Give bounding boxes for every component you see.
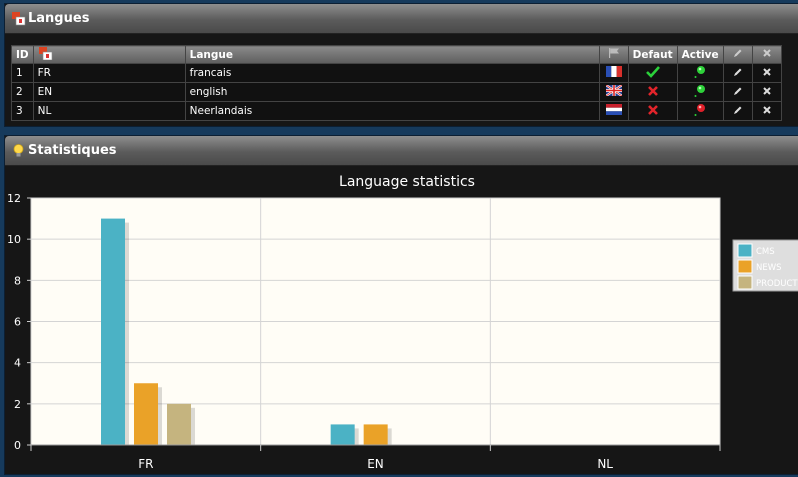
legend-swatch — [737, 243, 753, 258]
cell-id: 1 — [11, 63, 34, 83]
flag-fr-icon — [605, 66, 622, 77]
bar-news-fr — [134, 383, 158, 445]
table-header-row: ID Langue Defaut Active — [11, 45, 782, 64]
column-flag[interactable] — [598, 45, 629, 64]
bar-cms-fr — [101, 218, 125, 445]
status-green-icon — [694, 84, 706, 97]
statistiques-panel: Statistiques Language statistics 0 2 4 6 8 10… — [4, 135, 798, 475]
language-chart: Language statistics 0 2 4 6 8 10 12 FR EN NL CMS N… — [5, 167, 798, 474]
x-tick-label: EN — [367, 457, 384, 471]
cell-id: 3 — [11, 101, 34, 121]
column-active[interactable]: Active — [676, 45, 724, 64]
lightbulb-icon — [11, 143, 26, 158]
cell-active[interactable] — [676, 101, 724, 121]
langues-title: Langues — [28, 11, 90, 26]
bar-news-en — [363, 424, 388, 445]
chart-legend: CMS NEWS PRODUCT — [732, 239, 798, 292]
cell-default[interactable] — [627, 101, 678, 121]
y-tick-label: 4 — [14, 357, 21, 370]
pencil-icon — [733, 49, 742, 57]
pencil-icon — [733, 87, 742, 95]
chart-svg: Language statistics 0 2 4 6 8 10 12 FR EN NL CMS N… — [7, 174, 798, 471]
delete-icon — [762, 105, 771, 114]
languages-table: ID Langue Defaut Active 1 FR francais 2 … — [11, 45, 782, 121]
cell-flag — [598, 101, 629, 121]
cell-edit[interactable] — [722, 82, 753, 102]
langues-panel-header: Langues — [5, 4, 798, 34]
y-tick-label: 2 — [14, 398, 21, 411]
check-icon — [645, 65, 660, 78]
legend-label: CMS — [756, 247, 775, 257]
cell-code: FR — [32, 63, 186, 83]
langues-panel: Langues ID Langue Defaut Active 1 FR fra… — [4, 3, 798, 127]
cell-flag — [598, 63, 629, 83]
table-row[interactable]: 2 EN english — [11, 82, 782, 102]
cell-flag — [598, 82, 629, 102]
legend-label: PRODUCT — [756, 279, 798, 289]
column-defaut[interactable]: Defaut — [627, 45, 678, 64]
cell-delete[interactable] — [751, 63, 782, 83]
cell-id: 2 — [11, 82, 34, 102]
x-tick-label: NL — [597, 457, 613, 471]
cell-delete[interactable] — [751, 82, 782, 102]
flag-column-icon — [608, 48, 619, 58]
delete-icon — [762, 67, 771, 76]
cell-code: NL — [32, 101, 186, 121]
cell-langue: Neerlandais — [184, 101, 600, 121]
flag-icon — [11, 11, 26, 26]
pencil-icon — [733, 106, 742, 114]
cell-code: EN — [32, 82, 186, 102]
cross-icon — [647, 85, 658, 96]
chart-title: Language statistics — [339, 174, 475, 190]
cell-default[interactable] — [627, 63, 678, 83]
flag-uk-icon — [605, 84, 623, 97]
statistiques-title: Statistiques — [28, 143, 117, 158]
y-tick-label: 12 — [7, 192, 21, 205]
status-green-icon — [694, 65, 706, 78]
column-edit — [722, 45, 753, 64]
cell-default[interactable] — [627, 82, 678, 102]
pencil-icon — [733, 68, 742, 76]
y-tick-label: 8 — [14, 274, 21, 287]
x-tick-label: FR — [138, 457, 153, 471]
column-langue[interactable]: Langue — [184, 45, 600, 64]
table-row[interactable]: 3 NL Neerlandais — [11, 101, 782, 121]
status-red-icon — [694, 103, 706, 116]
y-tick-label: 0 — [14, 439, 21, 452]
delete-icon — [762, 86, 771, 95]
table-row[interactable]: 1 FR francais — [11, 63, 782, 83]
close-icon — [762, 49, 771, 57]
bar-cms-en — [330, 424, 355, 445]
column-code[interactable] — [32, 45, 186, 64]
column-id[interactable]: ID — [11, 45, 34, 64]
cross-icon — [647, 104, 658, 115]
legend-swatch — [737, 259, 753, 274]
y-tick-label: 10 — [7, 233, 21, 246]
flag-icon — [38, 46, 52, 60]
cell-langue: francais — [184, 63, 600, 83]
flag-nl-icon — [605, 104, 622, 115]
column-delete — [751, 45, 782, 64]
legend-label: NEWS — [756, 263, 782, 273]
cell-edit[interactable] — [722, 101, 753, 121]
legend-swatch — [737, 275, 753, 290]
cell-delete[interactable] — [751, 101, 782, 121]
bar-product-fr — [167, 403, 191, 445]
cell-edit[interactable] — [722, 63, 753, 83]
y-tick-label: 6 — [14, 316, 21, 329]
cell-active[interactable] — [676, 63, 724, 83]
cell-langue: english — [184, 82, 600, 102]
statistiques-panel-header: Statistiques — [5, 136, 798, 166]
cell-active[interactable] — [676, 82, 724, 102]
